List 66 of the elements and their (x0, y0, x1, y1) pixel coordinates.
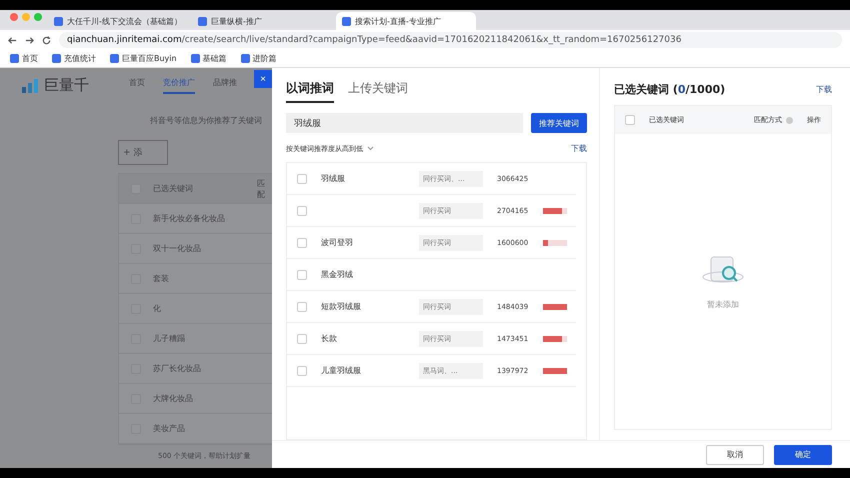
checkbox[interactable] (297, 270, 307, 280)
page-icon (54, 16, 63, 26)
heat-meter (543, 368, 567, 374)
confirm-button[interactable]: 确定 (774, 444, 832, 464)
checkbox[interactable] (297, 174, 307, 184)
tab-title: 大任千川-线下交流会（基础篇） (67, 16, 182, 26)
checkbox[interactable] (297, 238, 307, 248)
checkbox[interactable] (297, 206, 307, 216)
back-icon[interactable] (8, 36, 17, 44)
keyword-cell: 大牌化妆品 (153, 393, 193, 404)
tab-title: 巨量纵横-推广 (211, 16, 263, 26)
close-window-icon[interactable] (10, 13, 18, 21)
browser-tab[interactable]: 巨量纵横-推广 (192, 12, 332, 30)
column-header: 已选关键词 (153, 183, 194, 194)
browser-tab[interactable]: 大任千川-线下交流会（基础篇） (48, 12, 188, 30)
keyword-name: 长款 (320, 333, 338, 344)
keyword-cell: 双十一化妆品 (153, 243, 201, 254)
reload-icon[interactable] (42, 36, 51, 44)
keyword-cell: 儿子糟蹋 (153, 333, 185, 344)
hint-text: 抖音号等信息为你推荐了关键词 (150, 115, 263, 126)
heat-meter (543, 240, 567, 246)
keyword-name: 黑金羽绒 (320, 269, 354, 280)
bookmark[interactable]: 进阶篇 (240, 53, 277, 64)
column-header: 匹配 (257, 178, 266, 200)
cancel-button[interactable]: 取消 (706, 444, 764, 464)
address-bar[interactable]: qianchuan.jinritemai.com/create/search/live/standard?campaignType=feed&aavid=1701620211842061&x_tt_random=1670256127036 (59, 32, 842, 48)
browser-tab[interactable]: 搜索计划-直播-专业推广 (336, 12, 476, 30)
checkbox[interactable] (297, 366, 307, 376)
help-icon (786, 116, 793, 124)
minimize-window-icon[interactable] (22, 13, 30, 21)
checkbox[interactable] (297, 302, 307, 312)
maximize-window-icon[interactable] (34, 13, 42, 21)
keyword-cell: 苏厂长化妆品 (153, 363, 201, 374)
bookmark[interactable]: 基础篇 (190, 53, 227, 64)
tab-title: 搜索计划-直播-专业推广 (355, 16, 442, 26)
tab[interactable]: 上传关键词 (348, 80, 408, 103)
recommend-button[interactable]: 推荐关键词 (531, 113, 587, 133)
checkbox[interactable] (625, 115, 635, 125)
keyword-name: 波司登羽 (320, 237, 354, 248)
keyword-name: 羽绒服 (320, 173, 346, 184)
keyword-cell: 套装 (153, 273, 169, 284)
tab[interactable]: 以词推词 (286, 80, 334, 103)
bookmark[interactable]: 首页 (10, 53, 38, 64)
checkbox[interactable] (297, 334, 307, 344)
page-icon (198, 16, 207, 26)
keyword-name: 儿童羽绒服 (320, 365, 362, 376)
keyword-cell: 新手化妆必备化妆品 (153, 213, 225, 224)
panel-title: 已选关键词 (0/1000) (614, 82, 726, 97)
keyword-cell: 美妆产品 (153, 423, 185, 434)
search-field[interactable]: 羽绒服 (286, 113, 523, 133)
bookmark[interactable]: 充值统计 (52, 53, 96, 64)
bar-chart-icon (22, 78, 40, 92)
chevron-down-icon (367, 146, 374, 151)
heat-meter (543, 304, 567, 310)
heat-meter (543, 336, 567, 342)
close-button[interactable]: × (254, 70, 272, 88)
heat-meter (543, 208, 567, 214)
keyword-name: 短款羽绒服 (320, 301, 362, 312)
download-link[interactable]: 下载 (816, 84, 832, 95)
page-icon (342, 16, 351, 26)
bookmark[interactable]: 巨量百应Buyin (110, 53, 177, 64)
download-link[interactable]: 下载 (571, 143, 587, 154)
keyword-cell: 化 (153, 303, 161, 314)
forward-icon[interactable] (25, 36, 34, 44)
logo: 巨量千 (22, 76, 89, 95)
empty-text: 暂未添加 (707, 299, 739, 310)
